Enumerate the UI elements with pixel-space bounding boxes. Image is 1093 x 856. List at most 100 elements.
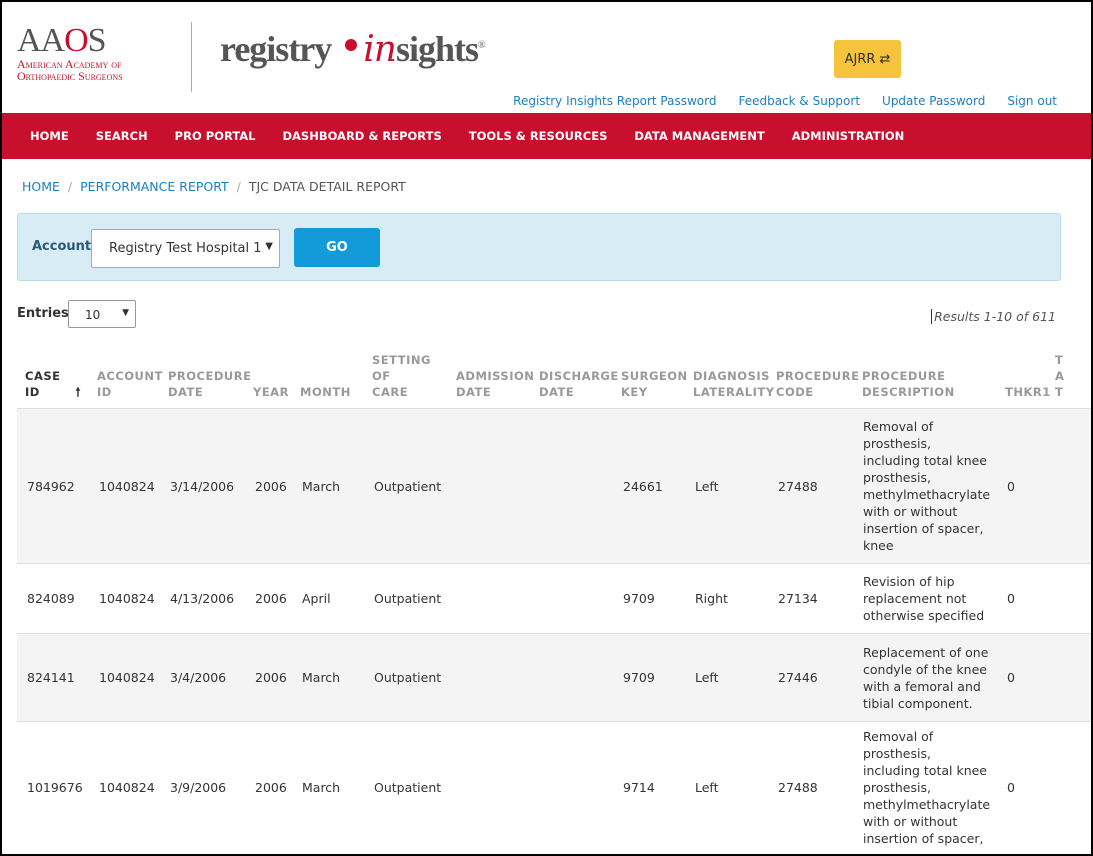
- breadcrumb: HOME / PERFORMANCE REPORT / TJC DATA DETAIL …: [22, 179, 406, 194]
- swap-icon: ⇄: [879, 51, 891, 67]
- column-header[interactable]: TAT: [1047, 352, 1091, 409]
- table-cell: Left: [685, 408, 768, 564]
- table-cell: 27446: [768, 633, 854, 722]
- account-filter-panel: Account Registry Test Hospital 1 ▼ GO: [17, 213, 1061, 281]
- column-header[interactable]: DISCHARGE DATE: [531, 352, 618, 409]
- column-header[interactable]: ACCOUNT ID: [89, 352, 162, 409]
- table-cell: 2006: [245, 721, 292, 853]
- table-cell: March: [292, 721, 364, 853]
- table-cell: Removal of prosthesis, including total k…: [854, 408, 997, 564]
- table-cell: 1040824: [89, 408, 160, 564]
- entries-label: Entries: [17, 306, 69, 321]
- breadcrumb-performance-report[interactable]: PERFORMANCE REPORT: [80, 179, 229, 194]
- table-cell: [531, 633, 613, 722]
- table-row: 824089 1040824 4/13/2006 2006 April Outpatien…: [17, 563, 1091, 634]
- table-cell: March: [292, 408, 364, 564]
- results-count: Results 1-10 of 611: [931, 309, 1056, 324]
- table-cell: [531, 563, 613, 634]
- column-header[interactable]: SETTING OF CARE: [364, 352, 448, 409]
- aaos-logo[interactable]: AAOS American Academy of Orthopaedic Sur…: [17, 24, 123, 83]
- table-cell: 27488: [768, 721, 854, 853]
- table-cell: 9714: [613, 721, 685, 853]
- column-header[interactable]: MONTH: [292, 352, 364, 409]
- top-link[interactable]: Feedback & Support: [738, 94, 860, 108]
- top-link[interactable]: Registry Insights Report Password: [513, 94, 716, 108]
- sort-ascending-icon[interactable]: 🠕: [75, 384, 81, 400]
- table-cell: 9709: [613, 633, 685, 722]
- go-button[interactable]: GO: [294, 228, 380, 267]
- nav-item[interactable]: HOME: [30, 129, 69, 143]
- table-cell: Outpatient: [364, 408, 448, 564]
- table-cell: [531, 721, 613, 853]
- table-cell: 1019676: [17, 721, 89, 853]
- table-row: 824141 1040824 3/4/2006 2006 March Outpatient…: [17, 633, 1091, 722]
- column-header[interactable]: THKR1: [997, 352, 1050, 409]
- column-header[interactable]: YEAR: [245, 352, 292, 409]
- top-links: Registry Insights Report Password Feedbac…: [513, 94, 1057, 108]
- nav-item[interactable]: ADMINISTRATION: [792, 129, 905, 143]
- account-select[interactable]: Registry Test Hospital 1 ▼: [91, 229, 280, 268]
- table-cell: [448, 721, 531, 853]
- table-cell: 24661: [613, 408, 685, 564]
- table-cell: [1047, 721, 1091, 853]
- column-header[interactable]: PROCEDURE CODE: [768, 352, 859, 409]
- table-cell: Left: [685, 633, 768, 722]
- table-cell: [531, 408, 613, 564]
- table-cell: 2006: [245, 408, 292, 564]
- table-cell: 1040824: [89, 721, 160, 853]
- column-header[interactable]: SURGEON KEY: [613, 352, 687, 409]
- table-cell: Revision of hip replacement not otherwis…: [854, 563, 997, 634]
- table-cell: 4/13/2006: [160, 563, 245, 634]
- column-header[interactable]: ADMISSION DATE: [448, 352, 534, 409]
- entries-select[interactable]: 10 ▼: [68, 300, 136, 328]
- table-cell: 3/9/2006: [160, 721, 245, 853]
- table-cell: 1040824: [89, 633, 160, 722]
- column-header[interactable]: DIAGNOSIS LATERALITY: [685, 352, 774, 409]
- table-cell: 824141: [17, 633, 89, 722]
- table-cell: 27488: [768, 408, 854, 564]
- table-cell: 0: [997, 408, 1047, 564]
- table-cell: 2006: [245, 633, 292, 722]
- table-cell: 9709: [613, 563, 685, 634]
- header: AAOS American Academy of Orthopaedic Sur…: [2, 2, 1091, 113]
- chevron-down-icon: ▼: [122, 308, 129, 318]
- table-cell: Outpatient: [364, 563, 448, 634]
- nav-item[interactable]: TOOLS & RESOURCES: [469, 129, 608, 143]
- table-cell: Removal of prosthesis, including total k…: [854, 721, 997, 853]
- table-cell: 27134: [768, 563, 854, 634]
- page: AAOS American Academy of Orthopaedic Sur…: [0, 0, 1093, 856]
- main-nav: HOME SEARCH PRO PORTAL DASHBOARD & REPORTS T…: [2, 113, 1091, 159]
- top-link[interactable]: Update Password: [882, 94, 985, 108]
- table-cell: 0: [997, 633, 1047, 722]
- table-cell: March: [292, 633, 364, 722]
- account-label: Account: [32, 239, 92, 254]
- table-cell: 0: [997, 563, 1047, 634]
- ajrr-switch-button[interactable]: AJRR ⇄: [834, 40, 901, 78]
- table-cell: 1040824: [89, 563, 160, 634]
- table-cell: 3/4/2006: [160, 633, 245, 722]
- table-cell: 0: [997, 721, 1047, 853]
- table-cell: Left: [685, 721, 768, 853]
- top-link[interactable]: Sign out: [1007, 94, 1057, 108]
- table-cell: Outpatient: [364, 721, 448, 853]
- nav-item[interactable]: PRO PORTAL: [175, 129, 256, 143]
- column-header[interactable]: PROCEDURE DATE: [160, 352, 251, 409]
- nav-item[interactable]: SEARCH: [96, 129, 148, 143]
- nav-item[interactable]: DASHBOARD & REPORTS: [282, 129, 441, 143]
- table-cell: April: [292, 563, 364, 634]
- breadcrumb-current: TJC DATA DETAIL REPORT: [248, 179, 406, 194]
- table-cell: [1047, 563, 1091, 634]
- breadcrumb-home[interactable]: HOME: [22, 179, 60, 194]
- column-header[interactable]: CASE ID 🠕: [17, 352, 89, 409]
- table-cell: Right: [685, 563, 768, 634]
- data-table: CASE ID 🠕 ACCOUNT ID PROCEDURE DATE YEAR MONTH SE…: [17, 352, 1091, 853]
- table-row: 1019676 1040824 3/9/2006 2006 March Outpatien…: [17, 721, 1091, 853]
- registry-insights-logo[interactable]: registry insights®: [220, 28, 486, 70]
- column-header[interactable]: PROCEDURE DESCRIPTION: [854, 352, 997, 409]
- table-cell: [1047, 408, 1091, 564]
- chevron-down-icon: ▼: [265, 241, 273, 252]
- nav-item[interactable]: DATA MANAGEMENT: [634, 129, 764, 143]
- table-cell: 2006: [245, 563, 292, 634]
- table-cell: Replacement of one condyle of the knee w…: [854, 633, 997, 722]
- table-cell: [448, 408, 531, 564]
